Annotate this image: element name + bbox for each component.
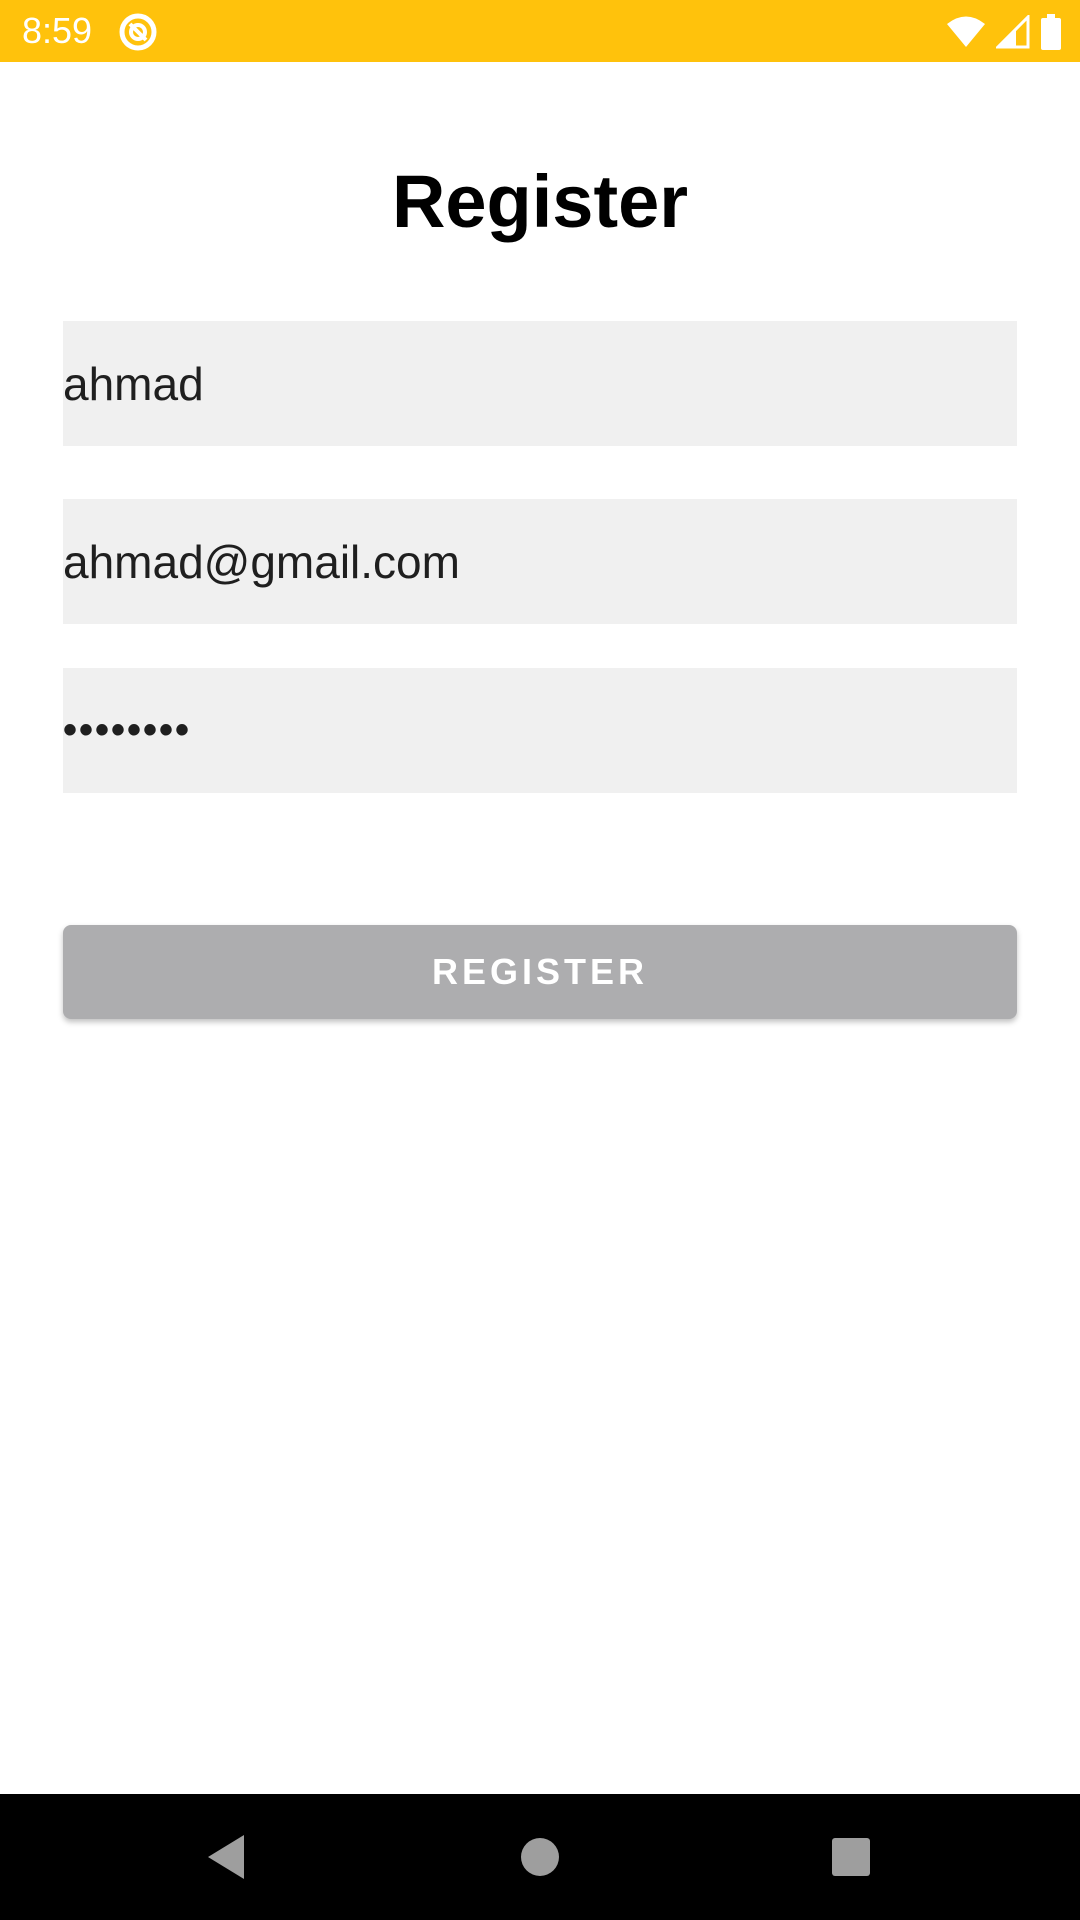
- email-value: ahmad@gmail.com: [63, 535, 460, 588]
- page-title: Register: [391, 160, 689, 243]
- status-bar: 8:59: [0, 0, 1080, 62]
- notification-app-icon: [118, 12, 158, 52]
- battery-icon: [1040, 14, 1062, 50]
- home-icon[interactable]: [507, 1824, 573, 1890]
- password-field[interactable]: ••••••••: [63, 668, 1017, 793]
- username-value: ahmad: [63, 357, 204, 410]
- wifi-icon: [946, 15, 986, 49]
- status-time: 8:59: [22, 10, 93, 51]
- register-screen: 8:59 Register ahmad ahmad@gmail.com ••••…: [0, 0, 1080, 1920]
- register-button[interactable]: REGISTER: [63, 925, 1017, 1019]
- navigation-bar: [0, 1794, 1080, 1920]
- recents-icon[interactable]: [818, 1824, 884, 1890]
- username-field[interactable]: ahmad: [63, 321, 1017, 446]
- password-value: ••••••••: [63, 708, 192, 752]
- back-icon[interactable]: [193, 1824, 259, 1890]
- cell-signal-icon: [996, 15, 1030, 49]
- email-field[interactable]: ahmad@gmail.com: [63, 499, 1017, 624]
- status-icons: [946, 12, 1062, 52]
